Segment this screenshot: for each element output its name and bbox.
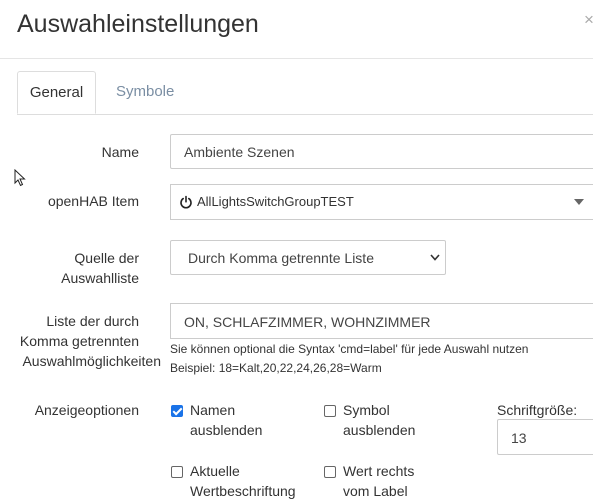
options-list-label-line2: Komma getrennten [19,333,139,349]
options-list-label-line1: Liste der durch [46,313,139,329]
value-right-label-line2: vom Label [343,483,408,499]
options-list-label-line3: Auswahlmöglichkeiten [22,353,161,369]
name-input-value: Ambiente Szenen [184,144,295,160]
item-select[interactable]: AllLightsSwitchGroupTEST [170,184,593,220]
tab-bar: General Symbole [17,71,593,115]
options-list-input[interactable]: ON, SCHLAFZIMMER, WOHNZIMMER [170,303,593,339]
current-label-label-line1: Aktuelle [190,463,240,479]
dialog-header: Auswahleinstellungen × [0,0,593,59]
item-select-value: AllLightsSwitchGroupTEST [197,194,354,209]
source-label: Quelle der Auswahlliste [20,248,139,288]
hide-names-checkbox[interactable] [171,405,183,417]
source-label-line2: Auswahlliste [61,270,139,286]
source-label-line1: Quelle der [74,250,139,266]
power-icon [180,195,192,209]
mouse-cursor-icon [14,169,26,187]
display-options-label: Anzeigeoptionen [34,402,139,418]
hide-names-label-line2: ausblenden [190,422,263,438]
source-select-value: Durch Komma getrennte Liste [188,250,374,266]
value-right-option[interactable]: Wert rechts vom Label [323,461,463,501]
hide-names-label-line1: Namen [190,402,236,418]
font-size-label: Schriftgröße: [497,402,578,418]
chevron-down-icon [430,254,440,261]
font-size-input[interactable]: 13 [497,419,593,455]
dialog-title: Auswahleinstellungen [17,10,259,38]
close-icon[interactable]: × [584,10,593,30]
value-right-checkbox[interactable] [324,466,336,478]
chevron-down-icon [574,199,584,205]
hide-symbol-label-line1: Symbol [343,402,390,418]
font-size-input-value: 13 [511,430,527,446]
hide-symbol-checkbox[interactable] [324,405,336,417]
options-list-help: Sie können optional die Syntax 'cmd=labe… [170,342,529,356]
current-label-checkbox[interactable] [171,466,183,478]
name-label: Name [101,144,139,160]
hide-names-option[interactable]: Namen ausblenden [170,400,310,440]
tab-symbole[interactable]: Symbole [116,71,174,114]
hide-symbol-option[interactable]: Symbol ausblenden [323,400,463,440]
source-select[interactable]: Durch Komma getrennte Liste [170,240,446,275]
name-input[interactable]: Ambiente Szenen [170,134,593,169]
options-list-example: Beispiel: 18=Kalt,20,22,24,26,28=Warm [170,361,382,375]
options-list-label: Liste der durch Komma getrennten Auswahl… [10,311,161,371]
item-label: openHAB Item [47,193,139,209]
options-list-input-value: ON, SCHLAFZIMMER, WOHNZIMMER [184,314,431,330]
hide-symbol-label-line2: ausblenden [343,422,416,438]
tab-general[interactable]: General [17,71,96,114]
current-label-label-line2: Wertbeschriftung [190,483,296,499]
value-right-label-line1: Wert rechts [343,463,415,479]
current-label-option[interactable]: Aktuelle Wertbeschriftung [170,461,320,501]
